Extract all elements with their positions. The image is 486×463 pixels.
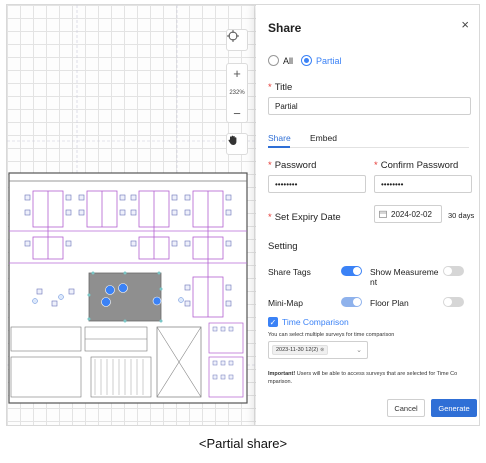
tab-embed[interactable]: Embed <box>310 133 337 143</box>
zoom-in-button[interactable]: + <box>227 64 247 82</box>
radio-all-indicator <box>268 55 279 66</box>
floor-plan-drawing <box>7 5 256 404</box>
active-tab-indicator <box>268 146 290 148</box>
zoom-level: 232% <box>229 90 245 96</box>
generate-button[interactable]: Generate <box>431 399 477 417</box>
close-icon[interactable]: × <box>461 17 469 32</box>
survey-chip-label: 2023-11-30 12(2) <box>276 347 319 353</box>
floor-plan-toggle[interactable] <box>443 297 464 307</box>
title-input[interactable]: Partial <box>268 97 471 115</box>
expiry-label: * Set Expiry Date <box>268 212 341 223</box>
expiry-days: 30 days <box>448 211 475 220</box>
share-tags-toggle[interactable] <box>341 266 362 276</box>
calendar-icon <box>379 210 387 218</box>
recenter-button[interactable] <box>226 29 248 51</box>
share-tabs: Share Embed <box>268 133 469 148</box>
time-comparison-hint: You can select multiple surveys for time… <box>268 332 395 338</box>
survey-chip: 2023-11-30 12(2) ⊗ <box>272 345 329 355</box>
chevron-down-icon: ⌄ <box>356 347 362 354</box>
radio-partial-label: Partial <box>316 55 342 66</box>
show-measurement-label: Show Measureme nt <box>370 267 439 287</box>
tab-share[interactable]: Share <box>268 133 291 143</box>
expiry-date-value: 2024-02-02 <box>391 209 432 219</box>
setting-heading: Setting <box>268 241 298 252</box>
share-mode-radio-group: All Partial <box>268 55 342 66</box>
expiry-date-input[interactable]: 2024-02-02 <box>374 205 442 223</box>
confirm-password-label: * Confirm Password <box>374 160 459 171</box>
show-measurement-toggle[interactable] <box>443 266 464 276</box>
figure-caption: <Partial share> <box>198 436 288 451</box>
cancel-button[interactable]: Cancel <box>387 399 425 417</box>
radio-partial-indicator <box>301 55 313 66</box>
survey-select[interactable]: 2023-11-30 12(2) ⊗ ⌄ <box>268 341 368 359</box>
chip-remove-icon[interactable]: ⊗ <box>320 347 324 353</box>
confirm-password-input[interactable]: •••••••• <box>374 175 472 193</box>
app-frame: + 232% − Share × All Partial * Title Par… <box>6 4 480 426</box>
hand-icon <box>228 135 237 145</box>
pan-button[interactable] <box>226 133 248 155</box>
password-label: * Password <box>268 160 317 171</box>
share-tags-label: Share Tags <box>268 267 311 277</box>
panel-title: Share <box>268 21 302 35</box>
check-icon: ✓ <box>268 317 278 327</box>
important-note: Important! Users will be able to access … <box>268 370 471 386</box>
title-label: * Title <box>268 82 293 93</box>
mini-map-toggle[interactable] <box>341 297 362 307</box>
zoom-control: + 232% − <box>226 63 248 123</box>
required-mark: * <box>268 82 272 93</box>
radio-partial[interactable]: Partial <box>301 55 342 66</box>
important-note-text: Users will be able to access surveys tha… <box>268 371 458 385</box>
zoom-out-button[interactable]: − <box>227 104 247 122</box>
important-note-bold: Important! <box>268 371 296 377</box>
time-comparison-label: Time Comparison <box>282 317 349 327</box>
radio-all[interactable]: All <box>268 55 293 66</box>
radio-all-label: All <box>283 55 294 66</box>
crosshair-icon <box>227 30 239 42</box>
floor-plan-viewer[interactable]: + 232% − <box>7 5 256 425</box>
password-input[interactable]: •••••••• <box>268 175 366 193</box>
mini-map-label: Mini-Map <box>268 298 303 308</box>
floor-plan-label: Floor Plan <box>370 298 409 308</box>
share-panel: Share × All Partial * Title Partial Share… <box>256 5 479 425</box>
time-comparison-checkbox[interactable]: ✓ Time Comparison <box>268 317 349 327</box>
